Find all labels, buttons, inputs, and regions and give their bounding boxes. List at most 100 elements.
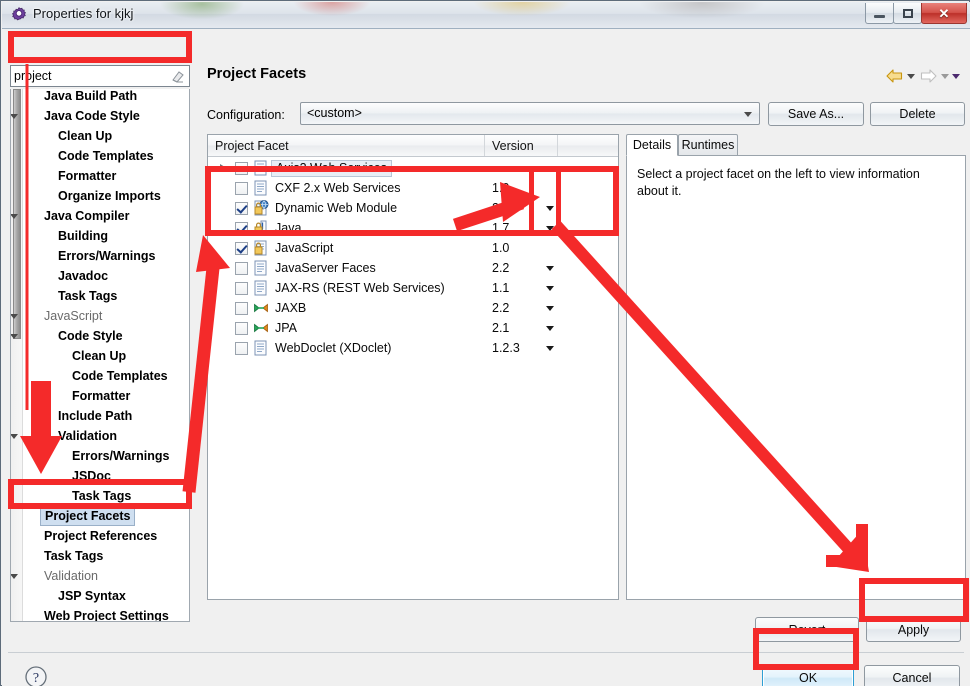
facet-row[interactable]: JavaServer Faces2.2: [208, 258, 618, 278]
sidebar-item-java-build-path[interactable]: Java Build Path: [22, 89, 189, 106]
sidebar-item-building[interactable]: Building: [22, 226, 189, 246]
sidebar-item-clean-up[interactable]: Clean Up: [22, 126, 189, 146]
sidebar-item-project-facets[interactable]: Project Facets: [22, 506, 189, 526]
facet-checkbox[interactable]: [235, 242, 248, 255]
sidebar-item-clean-up[interactable]: Clean Up: [22, 346, 189, 366]
sidebar-item-errors-warnings[interactable]: Errors/Warnings: [22, 246, 189, 266]
facet-checkbox[interactable]: [235, 162, 248, 175]
help-icon[interactable]: ?: [24, 665, 48, 686]
tree-expander-open-icon[interactable]: [10, 314, 18, 322]
sidebar-item-jsp-syntax[interactable]: JSP Syntax: [22, 586, 189, 606]
filter-input[interactable]: [14, 68, 164, 84]
apply-button[interactable]: Apply: [866, 617, 961, 642]
sidebar-item-label: Code Templates: [58, 149, 154, 163]
facet-checkbox[interactable]: [235, 282, 248, 295]
facet-row[interactable]: JPA2.1: [208, 318, 618, 338]
tree-expander-open-icon[interactable]: [10, 334, 18, 342]
facet-version-chevron-down-icon[interactable]: [546, 326, 554, 331]
java-lock-icon: [253, 220, 269, 236]
facet-row[interactable]: Java1.7: [208, 218, 618, 238]
facet-checkbox[interactable]: [235, 322, 248, 335]
minimize-button[interactable]: [865, 3, 894, 24]
chevron-down-icon[interactable]: [744, 112, 752, 117]
sidebar-item-code-style[interactable]: Code Style: [22, 326, 189, 346]
facet-name: CXF 2.x Web Services: [275, 181, 401, 195]
facet-checkbox[interactable]: [235, 182, 248, 195]
facet-row[interactable]: JavaScript1.0: [208, 238, 618, 258]
sidebar-item-task-tags[interactable]: Task Tags: [22, 546, 189, 566]
sidebar-item-label: Task Tags: [44, 549, 103, 563]
sidebar-item-formatter[interactable]: Formatter: [22, 386, 189, 406]
filter-text-box[interactable]: [10, 65, 190, 87]
sidebar-item-project-references[interactable]: Project References: [22, 526, 189, 546]
sidebar-item-task-tags[interactable]: Task Tags: [22, 486, 189, 506]
sidebar-item-errors-warnings[interactable]: Errors/Warnings: [22, 446, 189, 466]
close-button[interactable]: ✕: [921, 3, 967, 24]
settings-tree[interactable]: Java Build PathJava Code StyleClean UpCo…: [10, 89, 190, 622]
sidebar-item-validation[interactable]: Validation: [22, 426, 189, 446]
facet-row[interactable]: WebDoclet (XDoclet)1.2.3: [208, 338, 618, 358]
sidebar-item-label: Formatter: [58, 169, 116, 183]
sidebar-item-task-tags[interactable]: Task Tags: [22, 286, 189, 306]
facet-version-chevron-down-icon[interactable]: [546, 286, 554, 291]
facet-version: 1.7: [492, 221, 509, 235]
facet-checkbox[interactable]: [235, 202, 248, 215]
sidebar-item-label: Code Style: [58, 329, 123, 343]
back-history-chevron-down-icon[interactable]: [907, 74, 915, 79]
tree-expander-open-icon[interactable]: [10, 214, 18, 222]
column-header-version[interactable]: Version: [485, 135, 558, 156]
facet-row[interactable]: JAX-RS (REST Web Services)1.1: [208, 278, 618, 298]
sidebar-item-web-project-settings[interactable]: Web Project Settings: [22, 606, 189, 622]
sidebar-item-include-path[interactable]: Include Path: [22, 406, 189, 426]
project-facet-table[interactable]: Project Facet Version Axis2 Web Services…: [207, 134, 619, 600]
facet-row[interactable]: Dynamic Web Module2.5: [208, 198, 618, 218]
facet-version-chevron-down-icon[interactable]: [546, 306, 554, 311]
facet-version-chevron-down-icon[interactable]: [546, 266, 554, 271]
facet-checkbox[interactable]: [235, 302, 248, 315]
save-as-button[interactable]: Save As...: [768, 102, 864, 126]
ok-button[interactable]: OK: [762, 665, 854, 686]
sidebar-item-java-code-style[interactable]: Java Code Style: [22, 106, 189, 126]
facet-checkbox[interactable]: [235, 342, 248, 355]
sidebar-item-javascript[interactable]: JavaScript: [22, 306, 189, 326]
column-header-project-facet[interactable]: Project Facet: [208, 135, 485, 156]
revert-button[interactable]: Revert: [755, 617, 859, 642]
facet-name: JPA: [275, 321, 297, 335]
facet-row[interactable]: CXF 2.x Web Services1.0: [208, 178, 618, 198]
configuration-combobox[interactable]: <custom>: [300, 102, 760, 125]
tab-runtimes[interactable]: Runtimes: [678, 134, 738, 156]
close-icon: ✕: [939, 7, 950, 20]
facet-checkbox[interactable]: [235, 262, 248, 275]
facet-name: JavaScript: [275, 241, 333, 255]
delete-button[interactable]: Delete: [870, 102, 965, 126]
sidebar-item-code-templates[interactable]: Code Templates: [22, 366, 189, 386]
facet-version-chevron-down-icon[interactable]: [546, 206, 554, 211]
sidebar-item-organize-imports[interactable]: Organize Imports: [22, 186, 189, 206]
sidebar-item-javadoc[interactable]: Javadoc: [22, 266, 189, 286]
sidebar-item-validation[interactable]: Validation: [22, 566, 189, 586]
sidebar-item-label: Building: [58, 229, 108, 243]
tree-expander-open-icon[interactable]: [10, 114, 18, 122]
facet-row[interactable]: JAXB2.2: [208, 298, 618, 318]
facet-version-chevron-down-icon[interactable]: [546, 226, 554, 231]
column-header-blank[interactable]: [558, 135, 618, 156]
tree-expander-open-icon[interactable]: [10, 574, 18, 582]
details-tab-strip: Details Runtimes: [626, 134, 966, 156]
tab-details[interactable]: Details: [626, 134, 678, 156]
facet-row[interactable]: Axis2 Web Services: [208, 158, 618, 178]
sidebar-item-jsdoc[interactable]: JSDoc: [22, 466, 189, 486]
sidebar-item-formatter[interactable]: Formatter: [22, 166, 189, 186]
sidebar-item-label: Validation: [44, 569, 98, 583]
view-menu-chevron-down-icon[interactable]: [952, 74, 960, 79]
back-arrow-icon[interactable]: [884, 67, 904, 85]
eraser-icon[interactable]: [170, 69, 185, 84]
tree-expander-open-icon[interactable]: [10, 434, 18, 442]
sidebar-item-code-templates[interactable]: Code Templates: [22, 146, 189, 166]
cancel-button[interactable]: Cancel: [864, 665, 960, 686]
facet-checkbox[interactable]: [235, 222, 248, 235]
forward-history-chevron-down-icon[interactable]: [941, 74, 949, 79]
facet-expander-icon[interactable]: [220, 164, 225, 170]
restore-button[interactable]: [893, 3, 922, 24]
facet-version-chevron-down-icon[interactable]: [546, 346, 554, 351]
sidebar-item-java-compiler[interactable]: Java Compiler: [22, 206, 189, 226]
